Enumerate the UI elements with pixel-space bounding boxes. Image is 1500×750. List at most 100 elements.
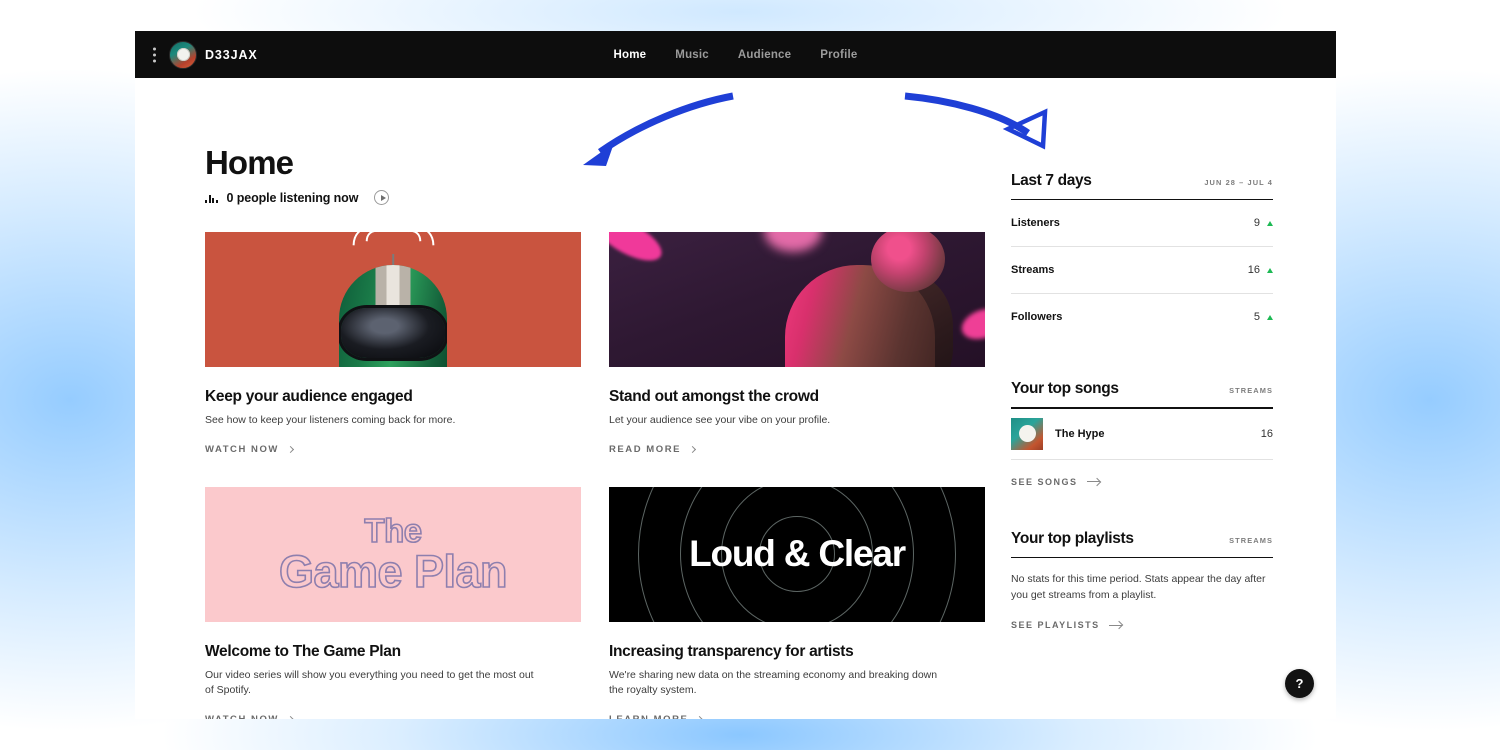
equalizer-icon [205,192,218,203]
card-cta-label: READ MORE [609,443,682,455]
game-plan-line-2: Game Plan [278,546,508,598]
neon-blob [764,232,822,252]
stat-label: Listeners [1011,217,1060,230]
kebab-menu-icon[interactable] [153,47,156,62]
see-songs-label: SEE SONGS [1011,476,1078,487]
nav-item-home[interactable]: Home [614,49,647,61]
page-root: D33JAX Home Music Audience Profile Home … [0,0,1500,750]
the-game-plan-image: The Game Plan [205,486,581,622]
card-title: Keep your audience engaged [205,388,413,405]
loud-and-clear-title: Loud & Clear [689,533,906,575]
card-cta-label: LEARN MORE [609,714,688,719]
see-playlists-label: SEE PLAYLISTS [1011,620,1100,631]
see-songs-link[interactable]: SEE SONGS [1011,477,1100,487]
artist-avatar[interactable] [169,40,197,69]
card-stand-out-amongst-the-crowd[interactable]: Stand out amongst the crowd Let your aud… [609,232,985,457]
game-plan-line-1: The [364,512,423,550]
neon-blob [609,232,668,270]
see-playlists-link[interactable]: SEE PLAYLISTS [1011,620,1122,630]
card-cta-label: WATCH NOW [205,714,279,719]
the-hype-album-art [1011,417,1043,450]
help-button[interactable]: ? [1285,669,1314,698]
stat-row-streams: Streams 16 [1011,247,1273,293]
nav-item-music[interactable]: Music [675,49,709,61]
stat-value-group: 5 [1254,311,1273,323]
card-description: Let your audience see your vibe on your … [609,414,831,426]
stat-label: Streams [1011,264,1055,277]
content-cards-grid: Keep your audience engaged See how to ke… [205,232,995,719]
page-title: Home [205,144,294,181]
song-row[interactable]: The Hype 16 [1011,409,1273,459]
listening-now-text: 0 people listening now [226,190,359,205]
last-7-days-panel: Last 7 days JUN 28 – JUL 4 Listeners 9 S… [1011,172,1273,340]
card-cta-learn-more[interactable]: LEARN MORE [609,714,704,719]
brand-name: D33JAX [205,47,258,62]
top-playlists-title: Your top playlists [1011,529,1134,547]
card-cta-read-more[interactable]: READ MORE [609,443,697,455]
stat-value: 5 [1253,311,1260,324]
card-title: Increasing transparency for artists [609,642,854,660]
top-songs-header: Your top songs STREAMS [1011,380,1273,398]
stat-value-group: 9 [1254,217,1273,229]
card-description: Our video series will show you everythin… [205,668,534,696]
top-playlists-empty-note: No stats for this time period. Stats app… [1011,572,1266,601]
stat-row-listeners: Listeners 9 [1011,200,1273,246]
streams-column-label: STREAMS [1229,386,1273,396]
nav-item-audience[interactable]: Audience [738,49,791,61]
top-playlists-panel: Your top playlists STREAMS No stats for … [1011,530,1273,634]
card-keep-audience-engaged[interactable]: Keep your audience engaged See how to ke… [205,232,581,457]
chevron-right-icon [688,445,697,453]
nav-item-profile[interactable]: Profile [820,49,857,61]
trend-up-icon [1267,314,1273,320]
main-content-column: Home 0 people listening now Keep your au… [205,78,995,719]
stats-sidebar: Last 7 days JUN 28 – JUL 4 Listeners 9 S… [1011,172,1273,633]
top-songs-panel: Your top songs STREAMS The Hype 16 SEE S… [1011,380,1273,489]
date-range-label: JUN 28 – JUL 4 [1204,178,1273,187]
top-playlists-header: Your top playlists STREAMS [1011,530,1273,548]
top-navigation-bar: D33JAX Home Music Audience Profile [135,31,1336,78]
kebab-dot [153,53,156,56]
stat-row-followers: Followers 5 [1011,294,1273,340]
stat-value: 16 [1247,264,1260,277]
trend-up-icon [1267,220,1273,226]
card-cta-label: WATCH NOW [205,443,279,455]
stat-label: Followers [1011,311,1063,324]
helmet-visor [341,308,445,358]
helmet-shell [339,265,447,367]
card-cta-watch-now[interactable]: WATCH NOW [205,714,294,719]
arrow-right-icon [1108,624,1122,626]
astronaut-helmet-image [205,232,581,367]
play-circle-icon[interactable] [374,190,390,205]
card-title: Stand out amongst the crowd [609,388,819,405]
stat-value-group: 16 [1248,264,1273,276]
card-welcome-to-the-game-plan[interactable]: The Game Plan Welcome to The Game Plan O… [205,486,581,719]
last-7-days-title: Last 7 days [1011,172,1092,189]
page-body: Home 0 people listening now Keep your au… [135,78,1336,719]
top-songs-title: Your top songs [1011,380,1119,398]
loud-and-clear-image: Loud & Clear [609,486,985,622]
arrow-right-icon [1086,481,1100,483]
song-streams: 16 [1260,427,1273,440]
kebab-dot [153,47,156,50]
stat-value: 9 [1253,217,1260,230]
card-cta-watch-now[interactable]: WATCH NOW [205,443,294,455]
chevron-right-icon [286,715,294,719]
app-window: D33JAX Home Music Audience Profile Home … [135,31,1336,719]
divider [1011,556,1273,558]
card-description: See how to keep your listeners coming ba… [205,414,456,426]
card-title: Welcome to The Game Plan [205,642,401,660]
chevron-right-icon [696,715,704,719]
neon-blob [957,303,985,345]
last-7-days-header: Last 7 days JUN 28 – JUL 4 [1011,172,1273,190]
divider [1011,458,1273,460]
card-description: We're sharing new data on the streaming … [609,668,938,696]
trend-up-icon [1267,267,1273,273]
song-name: The Hype [1055,427,1105,440]
main-nav: Home Music Audience Profile [614,49,858,61]
card-increasing-transparency-for-artists[interactable]: Loud & Clear Increasing transparency for… [609,486,985,719]
streams-column-label: STREAMS [1229,535,1273,545]
listening-now-row: 0 people listening now [205,190,995,205]
artist-portrait-image [609,232,985,367]
kebab-dot [153,59,156,62]
chevron-right-icon [286,445,294,453]
